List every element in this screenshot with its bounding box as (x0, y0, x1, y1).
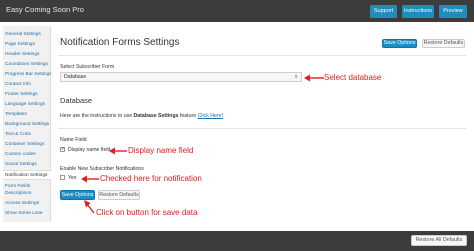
sidebar-nav: General Settings Page Settings Header Se… (3, 26, 51, 222)
restore-defaults-button-top[interactable]: Restore Defaults (422, 39, 465, 48)
instructions-button[interactable]: Instructions (402, 5, 434, 18)
sidebar-item-container-settings[interactable]: Container Settings (3, 140, 51, 149)
annotation-click-save: Click on button for save data (96, 208, 198, 217)
sidebar-item-templates[interactable]: Templates (3, 110, 51, 119)
sidebar-item-text-color[interactable]: Text & Color (3, 130, 51, 139)
sidebar-item-form-fields-descriptions[interactable]: Form Fields Descriptions (3, 182, 51, 198)
restore-all-defaults-button[interactable]: Restore All Defaults (411, 235, 467, 246)
sidebar-item-background-settings[interactable]: Background Settings (3, 120, 51, 129)
sidebar-item-progress-bar-settings[interactable]: Progress Bar Settings (3, 70, 51, 79)
divider (58, 128, 466, 129)
sidebar-item-language-settings[interactable]: Language Settings (3, 100, 51, 109)
annotation-display-name: Display name field (128, 146, 194, 155)
name-field-label: Name Field (60, 137, 87, 143)
sidebar-item-access-settings[interactable]: Access Settings (3, 199, 51, 208)
divider (58, 55, 466, 56)
instructions-mid: feature (178, 113, 198, 119)
notifications-checkbox[interactable] (60, 175, 65, 180)
restore-defaults-button[interactable]: Restore Defaults (98, 190, 140, 200)
display-name-option: Display name field (68, 147, 111, 153)
sidebar-item-show-some-love[interactable]: Show Some Love (3, 209, 51, 218)
arrow-left-icon (109, 147, 127, 155)
support-button[interactable]: Support (370, 5, 397, 18)
sidebar-item-contact-info[interactable]: Contact Info (3, 80, 51, 89)
sidebar-item-footer-settings[interactable]: Footer Settings (3, 90, 51, 99)
select-arrows-icon: ⇕ (294, 74, 298, 79)
sidebar-item-page-settings[interactable]: Page Settings (3, 40, 51, 49)
notifications-label: Enable New Subscriber Notifications (60, 166, 144, 172)
subscriber-form-value: Database (64, 74, 87, 80)
database-instructions: Here are the instructions to use Databas… (60, 113, 223, 119)
display-name-checkbox[interactable]: ✓ (60, 146, 66, 152)
app-title: Easy Coming Soon Pro (6, 5, 84, 14)
sidebar-item-custom-codes[interactable]: Custom codes (3, 150, 51, 159)
top-bar: Easy Coming Soon Pro Support Instruction… (0, 0, 474, 22)
database-heading: Database (60, 96, 93, 105)
checkmark-icon: ✓ (61, 146, 66, 152)
annotation-checked-here: Checked here for notification (100, 174, 202, 183)
sidebar-item-header-settings[interactable]: Header Settings (3, 50, 51, 59)
instructions-link[interactable]: Click Here! (198, 113, 223, 119)
subscriber-form-label: Select Subscriber Form (60, 64, 115, 70)
notifications-option: Yes (68, 175, 77, 181)
subscriber-form-select[interactable]: Database ⇕ (60, 72, 302, 82)
save-options-button-top[interactable]: Save Options (382, 39, 417, 48)
instructions-prefix: Here are the instructions to use (60, 113, 134, 119)
arrow-left-icon (81, 175, 99, 183)
sidebar-item-general-settings[interactable]: General Settings (3, 30, 51, 39)
sidebar-item-notification-settings[interactable]: Notification Settings (3, 170, 51, 180)
sidebar-item-countdown-settings[interactable]: Countdown Settings (3, 60, 51, 69)
arrow-left-icon (304, 74, 324, 82)
sidebar-item-social-settings[interactable]: Social Settings (3, 160, 51, 169)
bottom-bar: Restore All Defaults (0, 231, 474, 251)
annotation-select-database: Select database (324, 73, 382, 82)
preview-button[interactable]: Preview (439, 5, 467, 18)
page-title: Notification Forms Settings (60, 37, 180, 48)
instructions-bold: Database Settings (133, 113, 179, 119)
